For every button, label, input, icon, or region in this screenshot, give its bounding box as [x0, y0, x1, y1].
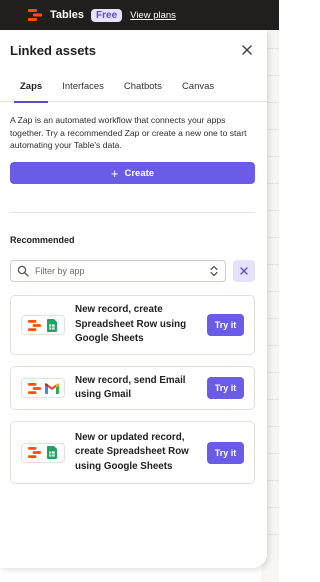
plus-icon: + [110, 165, 119, 181]
tab-interfaces[interactable]: Interfaces [52, 70, 114, 102]
zap-card-title: New or updated record, create Spreadshee… [75, 431, 189, 472]
panel-header: Linked assets [0, 30, 267, 70]
linked-assets-panel: Linked assets Zaps Interfaces Chatbots C… [0, 30, 267, 568]
app-name: Tables [50, 9, 85, 21]
recommended-zap-card: New record, create Spreadsheet Row using… [10, 295, 255, 355]
panel-title: Linked assets [10, 42, 96, 58]
zap-card-title: New record, create Spreadsheet Row using… [75, 304, 187, 345]
try-it-button[interactable]: Try it [207, 377, 244, 399]
close-icon [242, 45, 252, 55]
clear-filter-button[interactable] [233, 260, 255, 282]
zaps-description: A Zap is an automated workflow that conn… [10, 115, 247, 150]
search-icon [17, 265, 29, 277]
zapier-tables-icon [26, 446, 42, 460]
tab-canvas[interactable]: Canvas [172, 70, 224, 102]
tab-zaps[interactable]: Zaps [10, 70, 52, 103]
view-plans-link[interactable]: View plans [130, 10, 176, 21]
app-icons [21, 442, 65, 463]
filter-by-app-select[interactable]: Filter by app [10, 260, 226, 282]
close-button[interactable] [239, 42, 255, 58]
app-icons [21, 378, 65, 398]
try-it-button[interactable]: Try it [207, 314, 244, 336]
plan-badge: Free [91, 8, 123, 22]
google-sheets-icon [44, 318, 60, 332]
recommended-zap-card: New record, send Email using Gmail Try i… [10, 366, 255, 410]
zapier-tables-icon [26, 318, 42, 332]
create-button-label: Create [124, 167, 155, 179]
app-icons [21, 315, 65, 335]
recommended-heading: Recommended [10, 235, 75, 245]
close-icon [240, 267, 248, 275]
top-app-bar: Tables Free View plans [0, 0, 279, 30]
gmail-icon [44, 381, 60, 395]
filter-placeholder: Filter by app [35, 266, 85, 276]
section-divider [10, 212, 255, 213]
create-zap-button[interactable]: + Create [10, 162, 255, 184]
tab-chatbots[interactable]: Chatbots [114, 70, 172, 102]
try-it-button[interactable]: Try it [207, 441, 244, 464]
filter-row: Filter by app [10, 260, 255, 282]
chevron-up-down-icon [210, 265, 218, 277]
recommended-zap-card: New or updated record, create Spreadshee… [10, 421, 255, 484]
google-sheets-icon [44, 446, 60, 460]
tables-logo-icon [28, 9, 42, 21]
asset-tabs: Zaps Interfaces Chatbots Canvas [0, 70, 267, 103]
zapier-tables-icon [26, 381, 42, 395]
zap-card-title: New record, send Email using Gmail [75, 374, 186, 401]
